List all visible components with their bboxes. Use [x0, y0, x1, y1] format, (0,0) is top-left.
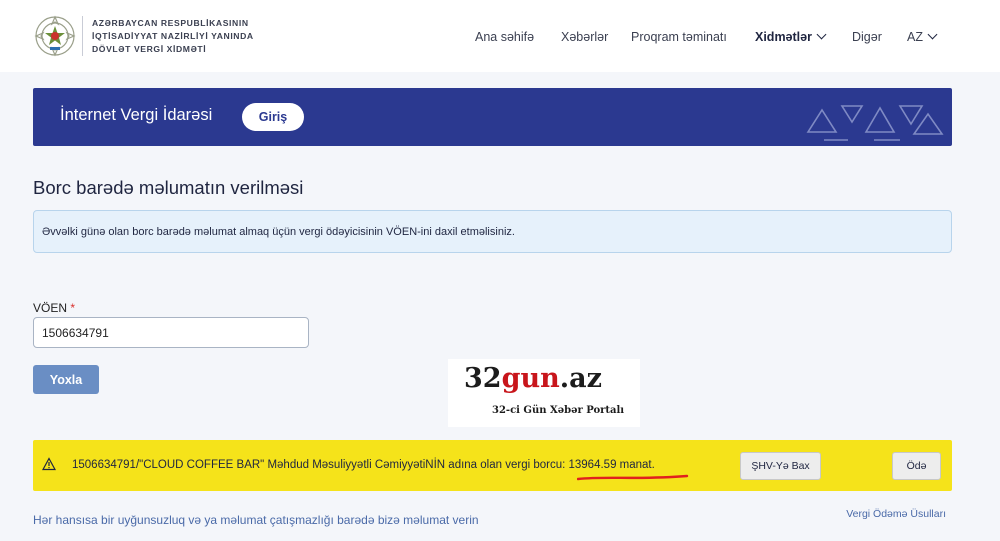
debt-amount: 13964.59 manat. [568, 459, 655, 471]
chevron-down-icon [816, 29, 827, 40]
required-mark: * [70, 301, 76, 315]
watermark-prefix: 32 [464, 363, 502, 394]
portal-banner: İnternet Vergi İdarəsi Giriş [33, 88, 952, 146]
state-emblem-logo[interactable] [33, 14, 77, 58]
portal-title: İnternet Vergi İdarəsi [60, 106, 213, 124]
ornament-decoration [806, 105, 944, 141]
debt-message-prefix: 1506634791/"CLOUD COFFEE BAR" Məhdud Məs… [72, 459, 569, 471]
info-text: Əvvəlki günə olan borc barədə məlumat al… [42, 226, 515, 238]
top-header: AZƏRBAYCAN RESPUBLİKASININ İQTİSADİYYAT … [0, 0, 1000, 72]
watermark-red: gun [501, 363, 560, 394]
voen-input[interactable] [33, 317, 309, 348]
brand-divider [82, 16, 83, 56]
nav-home[interactable]: Ana səhifə [475, 30, 534, 44]
nav-services[interactable]: Xidmətlər [755, 29, 827, 44]
nav-services-label: Xidmətlər [755, 30, 812, 44]
watermark-logo-text: 32gun.az [464, 363, 602, 394]
organization-name: AZƏRBAYCAN RESPUBLİKASININ İQTİSADİYYAT … [92, 17, 254, 56]
check-button[interactable]: Yoxla [33, 365, 99, 394]
org-line-1: AZƏRBAYCAN RESPUBLİKASININ [92, 18, 249, 28]
report-issue-link[interactable]: Hər hansısa bir uyğunsuzluq və ya məluma… [33, 513, 479, 527]
org-line-3: DÖVLƏT VERGİ XİDMƏTİ [92, 44, 207, 54]
language-selector[interactable]: AZ [907, 29, 938, 44]
debt-message: 1506634791/"CLOUD COFFEE BAR" Məhdud Məs… [72, 459, 655, 471]
red-underline-annotation [577, 474, 689, 481]
nav-software[interactable]: Proqram təminatı [631, 30, 727, 44]
language-label: AZ [907, 30, 923, 44]
chevron-down-icon [927, 29, 938, 40]
page-title: Borc barədə məlumatın verilməsi [33, 177, 304, 198]
voen-label: VÖEN * [33, 301, 75, 315]
payment-methods-link[interactable]: Vergi Ödəmə Üsulları [846, 508, 946, 520]
watermark-subtitle: 32-ci Gün Xəbər Portalı [492, 405, 625, 416]
watermark-suffix: .az [559, 363, 602, 394]
nav-news[interactable]: Xəbərlər [561, 30, 608, 44]
pay-button[interactable]: Ödə [892, 452, 941, 480]
news-watermark: 32gun.az 32-ci Gün Xəbər Portalı [448, 359, 640, 427]
debt-result-alert: 1506634791/"CLOUD COFFEE BAR" Məhdud Məs… [33, 440, 952, 491]
org-line-2: İQTİSADİYYAT NAZİRLİYİ YANINDA [92, 31, 254, 41]
voen-label-text: VÖEN [33, 301, 68, 315]
nav-other[interactable]: Digər [852, 30, 882, 44]
view-shv-button[interactable]: ŞHV-Yə Bax [740, 452, 821, 480]
info-alert: Əvvəlki günə olan borc barədə məlumat al… [33, 210, 952, 253]
login-button[interactable]: Giriş [242, 103, 304, 131]
warning-icon [42, 457, 56, 471]
